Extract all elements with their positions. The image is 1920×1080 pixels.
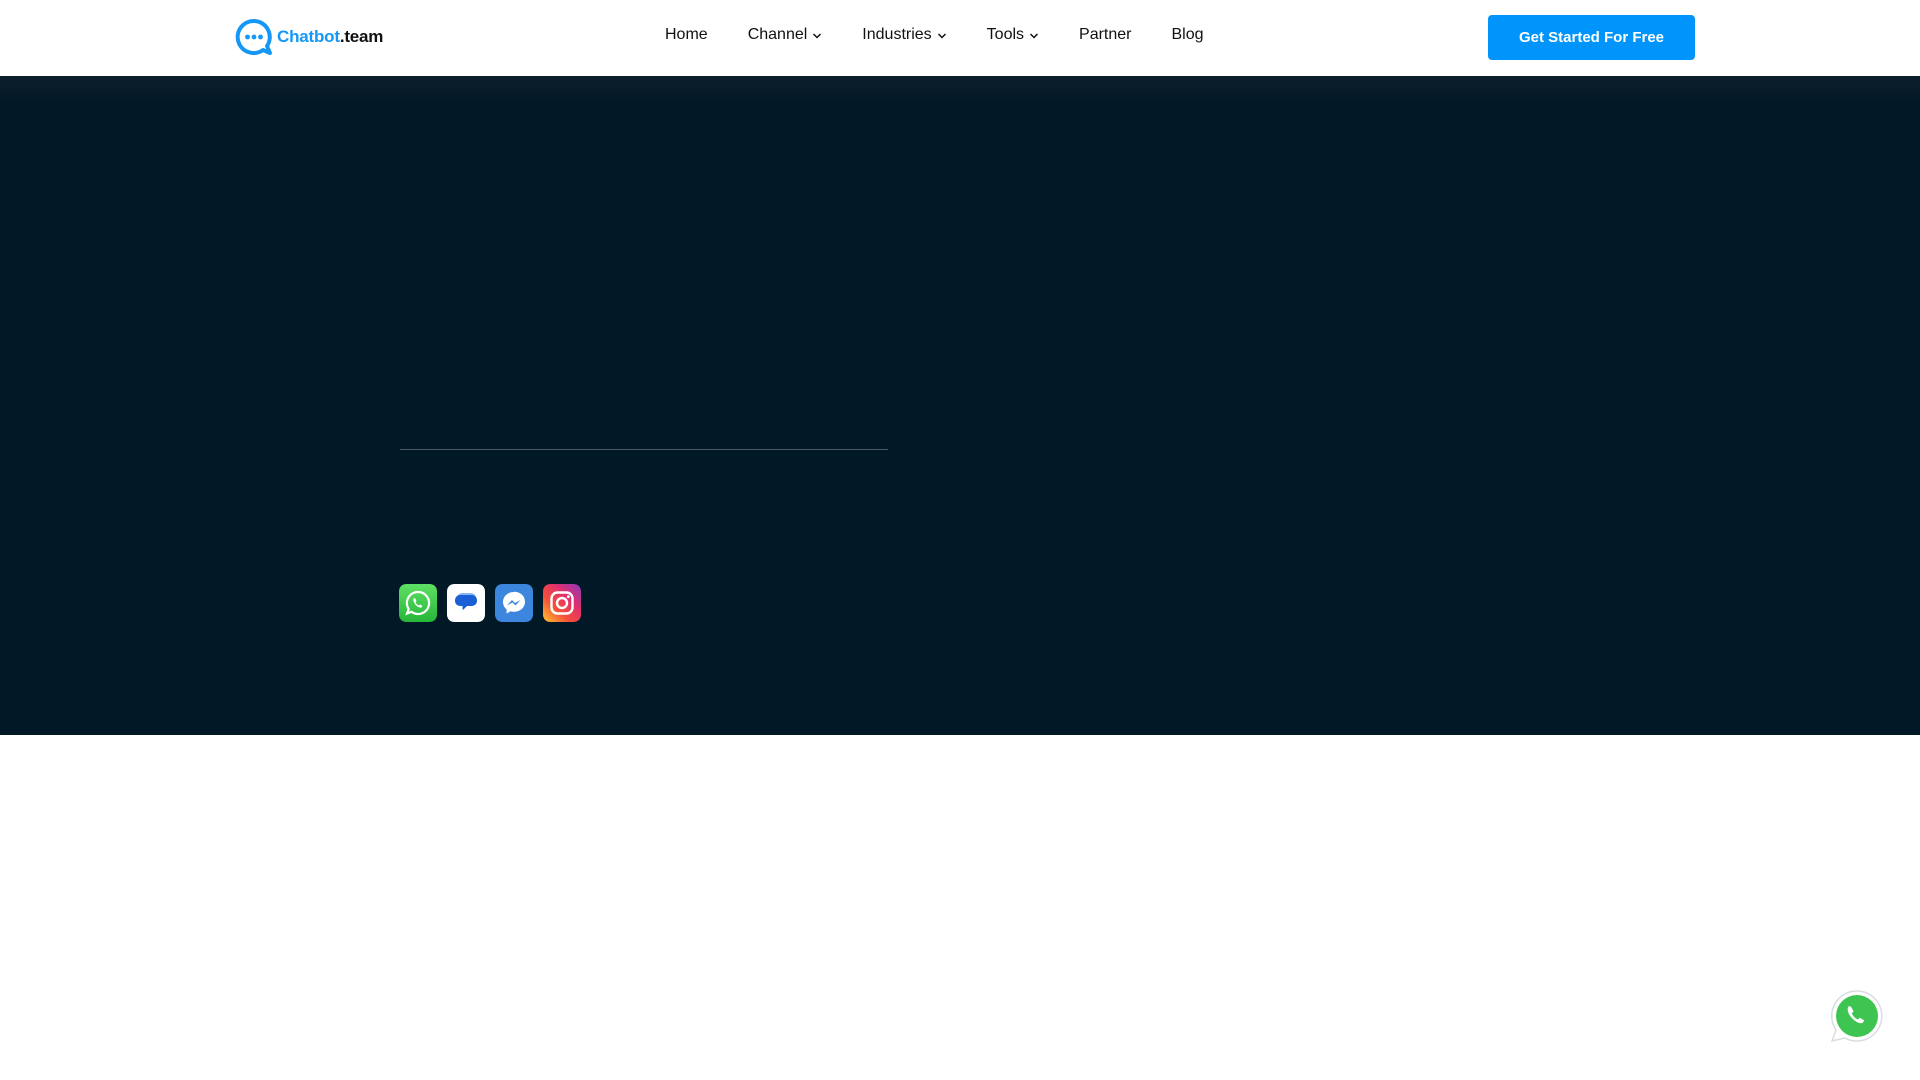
instagram-icon[interactable] [543, 584, 581, 622]
chat-bubble-icon [235, 18, 272, 55]
main-nav: Home Channel Industries Tools Partner Bl… [665, 26, 1244, 44]
nav-item-tools[interactable]: Tools [987, 26, 1039, 44]
nav-item-channel[interactable]: Channel [748, 26, 823, 44]
nav-item-home[interactable]: Home [665, 26, 708, 44]
logo-link[interactable]: Chatbot.team [235, 18, 383, 56]
whatsapp-icon[interactable] [399, 584, 437, 622]
chevron-down-icon [813, 33, 822, 39]
channel-icons [399, 584, 591, 622]
google-messages-icon[interactable] [447, 584, 485, 622]
chevron-down-icon [1030, 33, 1039, 39]
nav-item-partner[interactable]: Partner [1079, 26, 1131, 44]
logo-text: Chatbot.team [277, 27, 384, 46]
get-started-button[interactable]: Get Started For Free [1488, 15, 1695, 60]
site-header: Chatbot.team Home Channel Industries Too… [0, 0, 1920, 76]
hero-section [0, 76, 1920, 735]
hero-divider [400, 449, 888, 450]
chevron-down-icon [937, 33, 946, 39]
nav-item-industries[interactable]: Industries [862, 26, 946, 44]
messenger-icon[interactable] [495, 584, 533, 622]
nav-item-blog[interactable]: Blog [1172, 26, 1204, 44]
whatsapp-chat-button[interactable] [1828, 988, 1884, 1044]
whatsapp-icon [1830, 990, 1883, 1043]
